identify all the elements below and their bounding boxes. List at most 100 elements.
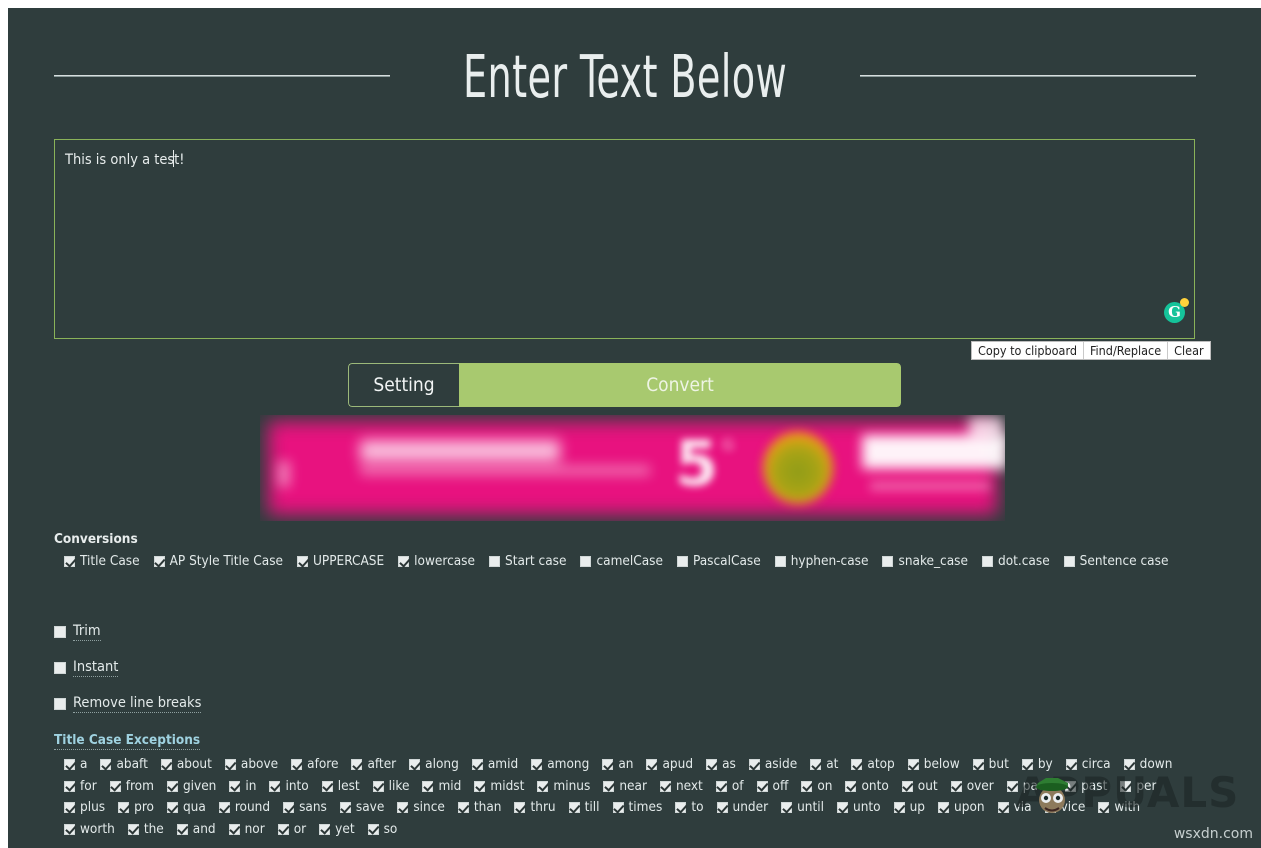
setting-button[interactable]: Setting [348, 363, 459, 407]
ad-close-icon[interactable] [969, 417, 1003, 443]
exception-per[interactable]: per [1120, 779, 1157, 794]
exception-via[interactable]: via [997, 800, 1032, 815]
copy-to-clipboard-button[interactable]: Copy to clipboard [972, 342, 1084, 359]
exception-like[interactable]: like [372, 779, 409, 794]
exception-worth[interactable]: worth [64, 822, 115, 837]
exception-an[interactable]: an [602, 757, 633, 772]
clear-button[interactable]: Clear [1168, 342, 1210, 359]
exception-with[interactable]: with [1098, 800, 1140, 815]
conversion-camelcase[interactable]: camelCase [580, 554, 663, 569]
checkbox-like[interactable] [372, 780, 384, 792]
exception-atop[interactable]: atop [851, 757, 895, 772]
exception-as[interactable]: as [706, 757, 736, 772]
checkbox-upon[interactable] [938, 802, 950, 814]
conversion-snake-case[interactable]: snake_case [882, 554, 968, 569]
exception-on[interactable]: on [801, 779, 832, 794]
exception-pro[interactable]: pro [118, 800, 154, 815]
checkbox-below[interactable] [907, 759, 919, 771]
exception-minus[interactable]: minus [537, 779, 590, 794]
checkbox-than[interactable] [457, 802, 469, 814]
exception-up[interactable]: up [893, 800, 925, 815]
exception-than[interactable]: than [457, 800, 501, 815]
option-trim[interactable]: Trim [54, 623, 101, 641]
checkbox-vice[interactable] [1044, 802, 1056, 814]
checkbox-till[interactable] [568, 802, 580, 814]
option-instant[interactable]: Instant [54, 659, 119, 677]
checkbox-round[interactable] [218, 802, 230, 814]
checkbox-for[interactable] [64, 780, 75, 792]
checkbox-given[interactable] [166, 780, 178, 792]
checkbox-aside[interactable] [748, 759, 760, 771]
checkbox-save[interactable] [339, 802, 351, 814]
checkbox-above[interactable] [224, 759, 236, 771]
exception-given[interactable]: given [166, 779, 216, 794]
exception-apud[interactable]: apud [646, 757, 693, 772]
exception-until[interactable]: until [781, 800, 824, 815]
exception-lest[interactable]: lest [321, 779, 360, 794]
exception-to[interactable]: to [675, 800, 704, 815]
exception-vice[interactable]: vice [1044, 800, 1085, 815]
conversion-ap-style-title-case[interactable]: AP Style Title Case [153, 554, 283, 569]
checkbox-amid[interactable] [471, 759, 483, 771]
checkbox-to[interactable] [675, 802, 687, 814]
checkbox-past[interactable] [1065, 780, 1077, 792]
checkbox-at[interactable] [810, 759, 822, 771]
conversion-title-case[interactable]: Title Case [64, 554, 140, 569]
exception-nor[interactable]: nor [228, 822, 265, 837]
exception-by[interactable]: by [1021, 757, 1053, 772]
checkbox-about[interactable] [160, 759, 172, 771]
exception-among[interactable]: among [531, 757, 589, 772]
exception-round[interactable]: round [218, 800, 270, 815]
checkbox-since[interactable] [397, 802, 409, 814]
exception-into[interactable]: into [269, 779, 309, 794]
checkbox-the[interactable] [127, 823, 139, 835]
exception-in[interactable]: in [229, 779, 256, 794]
exception-qua[interactable]: qua [166, 800, 206, 815]
exception-down[interactable]: down [1123, 757, 1172, 772]
checkbox-up[interactable] [893, 802, 905, 814]
exception-amid[interactable]: amid [471, 757, 518, 772]
checkbox-nor[interactable] [228, 823, 240, 835]
exception-so[interactable]: so [367, 822, 397, 837]
checkbox-dot-case[interactable] [981, 556, 993, 568]
checkbox-uppercase[interactable] [297, 556, 308, 568]
checkbox-under[interactable] [716, 802, 728, 814]
checkbox-lowercase[interactable] [398, 556, 410, 568]
checkbox-abaft[interactable] [100, 759, 112, 771]
exception-midst[interactable]: midst [474, 779, 524, 794]
exception-sans[interactable]: sans [283, 800, 327, 815]
checkbox-per[interactable] [1120, 780, 1132, 792]
checkbox-next[interactable] [659, 780, 671, 792]
checkbox-pro[interactable] [118, 802, 130, 814]
checkbox-until[interactable] [781, 802, 793, 814]
exception-till[interactable]: till [568, 800, 600, 815]
conversion-sentence-case[interactable]: Sentence case [1063, 554, 1168, 569]
checkbox-hyphen-case[interactable] [774, 556, 786, 568]
checkbox-near[interactable] [603, 780, 615, 792]
conversion-start-case[interactable]: Start case [489, 554, 566, 569]
checkbox-afore[interactable] [291, 759, 303, 771]
checkbox-title-case[interactable] [64, 556, 75, 568]
text-input-area[interactable] [54, 139, 1195, 339]
exception-or[interactable]: or [277, 822, 306, 837]
checkbox-ap-style-title-case[interactable] [153, 556, 165, 568]
exception-since[interactable]: since [397, 800, 445, 815]
exception-below[interactable]: below [907, 757, 960, 772]
checkbox-of[interactable] [715, 780, 727, 792]
option-remove-line-breaks[interactable]: Remove line breaks [54, 695, 202, 713]
checkbox-plus[interactable] [64, 802, 75, 814]
checkbox-after[interactable] [351, 759, 363, 771]
checkbox-lest[interactable] [321, 780, 333, 792]
exception-yet[interactable]: yet [319, 822, 355, 837]
conversion-dot-case[interactable]: dot.case [981, 554, 1050, 569]
checkbox-among[interactable] [531, 759, 543, 771]
exception-and[interactable]: and [176, 822, 216, 837]
exception-pace[interactable]: pace [1006, 779, 1052, 794]
conversion-hyphen-case[interactable]: hyphen-case [774, 554, 868, 569]
exception-under[interactable]: under [716, 800, 768, 815]
checkbox-with[interactable] [1098, 802, 1110, 814]
checkbox-instant[interactable] [54, 662, 66, 674]
checkbox-over[interactable] [950, 780, 962, 792]
exception-next[interactable]: next [659, 779, 703, 794]
conversion-pascalcase[interactable]: PascalCase [676, 554, 761, 569]
